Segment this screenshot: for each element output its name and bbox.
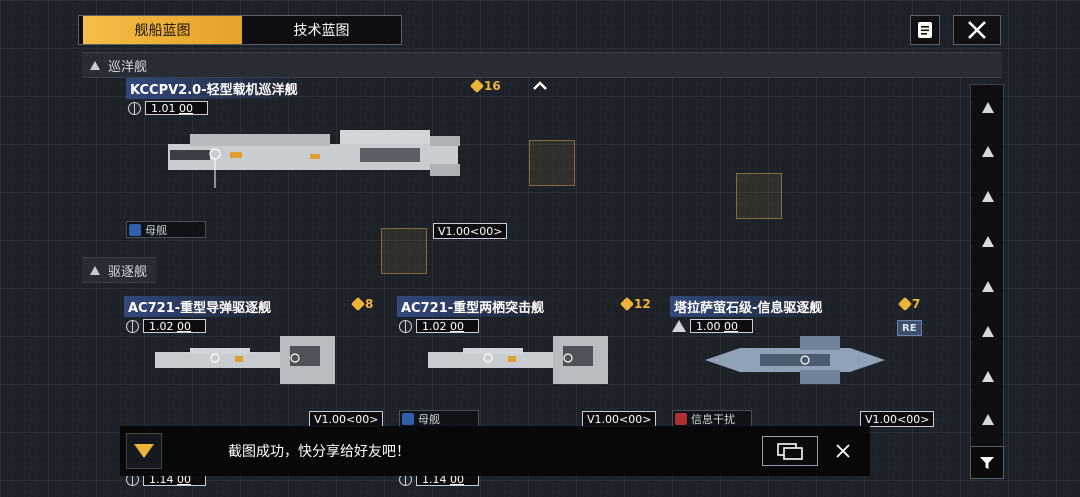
blueprint-cost-icon: [350, 296, 366, 312]
version-row-ac721-assault: 1.02 00: [399, 319, 479, 333]
close-button[interactable]: [953, 15, 1001, 45]
cruiser-class-icon: [90, 60, 100, 70]
version-box: 1.02 00: [143, 319, 206, 333]
ship-cost-ac721-missile: 8: [350, 296, 373, 312]
version-row-kccpv: 1.01 00: [128, 101, 208, 115]
empty-slot: [529, 140, 575, 186]
ship-cost-thalassa: 7: [897, 296, 920, 312]
screenshot-toast: 截图成功，快分享给好友吧！: [120, 426, 870, 476]
ship-name-ac721-missile: AC721-重型导弹驱逐舰: [124, 296, 276, 317]
game-logo-icon: [126, 433, 162, 469]
ship-name-ac721-assault: AC721-重型两栖突击舰: [397, 296, 549, 317]
ship-class-filter-bar: [970, 84, 1004, 479]
ship-vtag-kccpv: V1.00<00>: [433, 223, 508, 239]
ship-tag-thalassa: 信息干扰: [672, 410, 752, 427]
close-icon: [968, 21, 986, 39]
ship-tag-kccpv: 母舰: [126, 221, 206, 238]
version-box: 1.02 00: [416, 319, 479, 333]
carrier-tag-icon: [129, 223, 141, 236]
globe-icon: [126, 319, 139, 333]
version-box: 1.01 00: [145, 101, 208, 115]
blueprint-list-icon: [918, 22, 932, 38]
share-screen-icon: [777, 443, 803, 460]
empty-slot: [736, 173, 782, 219]
class-filter-frigate-icon[interactable]: [981, 280, 995, 294]
section-title-cruiser: 巡洋舰: [108, 59, 148, 75]
tab-ship-blueprint[interactable]: 舰船蓝图: [83, 16, 242, 44]
ship-name-thalassa: 塔拉萨萤石级-信息驱逐舰: [670, 296, 827, 317]
globe-icon: [399, 319, 412, 333]
ship-cost-ac721-assault: 12: [619, 296, 651, 312]
collapse-chevron-icon[interactable]: [531, 78, 549, 97]
ship-vtag-ac721-assault: V1.00<00>: [582, 411, 657, 427]
ship-vtag-thalassa: V1.00<00>: [860, 411, 935, 427]
ship-name-kccpv: KCCPV2.0-轻型载机巡洋舰: [126, 78, 302, 99]
jamming-tag-icon: [675, 412, 687, 425]
section-title-destroyer: 驱逐舰: [108, 264, 148, 280]
toast-close-button[interactable]: [832, 440, 854, 462]
globe-icon: [128, 101, 141, 115]
blueprint-cost-icon: [469, 78, 485, 94]
close-icon: [836, 444, 850, 458]
class-filter-carrier-icon[interactable]: [981, 101, 995, 115]
share-button[interactable]: [762, 436, 818, 466]
ship-model-ac721-missile[interactable]: [150, 332, 350, 392]
ship-model-thalassa[interactable]: [700, 330, 890, 390]
blueprint-list-button[interactable]: [910, 15, 940, 45]
ship-model-kccpv[interactable]: [160, 122, 470, 192]
filter-button[interactable]: [970, 446, 1004, 479]
class-filter-utility-icon[interactable]: [981, 413, 995, 427]
class-filter-battleship-icon[interactable]: [981, 145, 995, 159]
class-filter-aircraft-icon[interactable]: [981, 370, 995, 384]
destroyer-class-icon: [90, 265, 100, 275]
class-filter-cruiser-icon[interactable]: [981, 190, 995, 204]
blueprint-tab-bar: 舰船蓝图 技术蓝图: [78, 15, 402, 45]
class-filter-destroyer-icon[interactable]: [981, 235, 995, 249]
re-badge: RE: [897, 320, 922, 336]
carrier-tag-icon: [402, 412, 414, 425]
tab-tech-blueprint[interactable]: 技术蓝图: [242, 16, 401, 44]
filter-icon: [980, 456, 994, 469]
ship-tag-ac721-assault: 母舰: [399, 410, 479, 427]
section-header-cruiser[interactable]: 巡洋舰: [82, 52, 1002, 78]
ship-vtag-ac721-missile: V1.00<00>: [309, 411, 384, 427]
blueprint-cost-icon: [897, 296, 913, 312]
empty-slot: [381, 228, 427, 274]
toast-message: 截图成功，快分享给好友吧！: [228, 444, 410, 460]
section-header-destroyer[interactable]: 驱逐舰: [82, 257, 156, 283]
version-row-ac721-missile: 1.02 00: [126, 319, 206, 333]
tier-icon: [672, 320, 686, 332]
blueprint-cost-icon: [619, 296, 635, 312]
ship-model-ac721-assault[interactable]: [423, 332, 623, 392]
ship-cost-kccpv: 16: [469, 78, 501, 94]
class-filter-corvette-icon[interactable]: [981, 325, 995, 339]
